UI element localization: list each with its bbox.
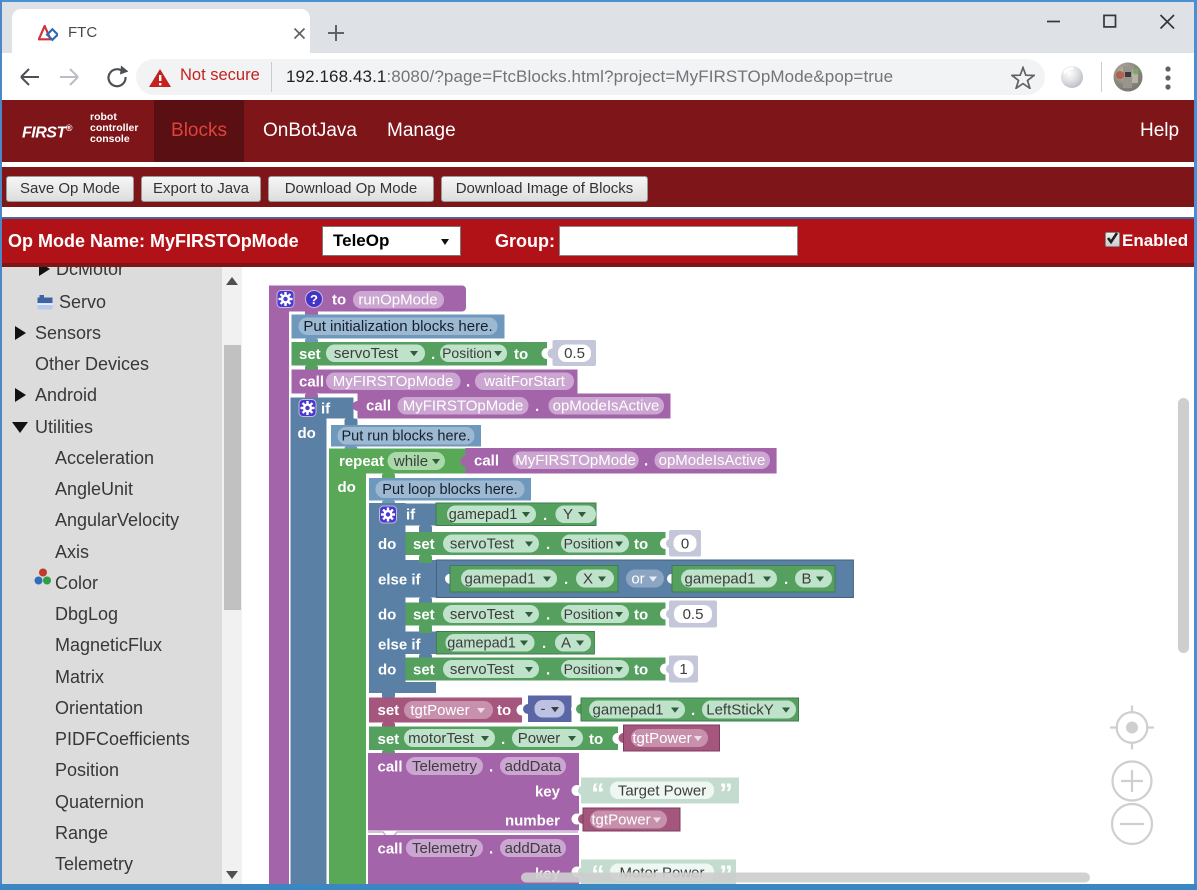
svg-text:.: . (784, 571, 788, 588)
svg-text:else if: else if (378, 572, 422, 589)
svg-text:0: 0 (681, 536, 689, 553)
svg-text:0.5: 0.5 (564, 345, 585, 362)
svg-text:Telemetry: Telemetry (412, 840, 478, 857)
svg-text:MyFIRSTOpMode: MyFIRSTOpMode (515, 452, 636, 469)
svg-text:.: . (542, 635, 546, 652)
svg-text:Y: Y (563, 506, 573, 523)
svg-text:LeftStickY: LeftStickY (706, 702, 774, 719)
svg-text:or: or (631, 571, 644, 588)
svg-text:gamepad1: gamepad1 (447, 636, 516, 652)
svg-text:while: while (393, 453, 428, 470)
svg-text:.: . (489, 759, 493, 776)
svg-text:.: . (431, 346, 435, 363)
svg-text:1: 1 (679, 661, 687, 678)
svg-text:Put initialization blocks here: Put initialization blocks here. (303, 318, 492, 335)
svg-text:Telemetry: Telemetry (412, 758, 478, 775)
svg-text:B: B (801, 571, 811, 588)
svg-text:else if: else if (378, 637, 422, 654)
svg-text:“: “ (591, 778, 605, 808)
svg-text:if: if (406, 507, 416, 524)
svg-text:if: if (321, 401, 331, 418)
svg-text:Put loop blocks here.: Put loop blocks here. (382, 482, 517, 498)
svg-text:gamepad1: gamepad1 (593, 702, 664, 719)
svg-text:-: - (541, 701, 546, 718)
svg-text:to: to (634, 536, 648, 553)
svg-text:do: do (298, 425, 316, 442)
svg-text:do: do (378, 662, 396, 679)
svg-text:call: call (299, 374, 324, 391)
svg-text:.: . (543, 507, 547, 524)
svg-text:.: . (501, 731, 505, 748)
svg-text:?: ? (310, 292, 318, 307)
svg-text:addData: addData (505, 840, 562, 857)
svg-text:opModeIsActive: opModeIsActive (553, 398, 660, 415)
svg-text:call: call (474, 453, 499, 470)
svg-text:tgtPower: tgtPower (591, 812, 650, 829)
svg-text:number: number (505, 813, 560, 830)
svg-text:to: to (332, 292, 346, 309)
svg-text:call: call (378, 759, 403, 776)
svg-text:”: ” (719, 778, 733, 808)
svg-text:.: . (535, 398, 539, 415)
svg-text:.: . (691, 702, 695, 719)
svg-text:set: set (299, 346, 321, 363)
svg-text:A: A (561, 635, 571, 652)
svg-text:servoTest: servoTest (450, 536, 515, 553)
svg-text:tgtPower: tgtPower (410, 702, 469, 719)
svg-text:.: . (489, 841, 493, 858)
svg-text:call: call (366, 398, 391, 415)
svg-text:gamepad1: gamepad1 (685, 571, 756, 588)
svg-text:set: set (378, 702, 400, 719)
svg-text:Position: Position (442, 345, 492, 361)
svg-text:MyFIRSTOpMode: MyFIRSTOpMode (333, 373, 454, 390)
svg-text:0.5: 0.5 (683, 606, 704, 623)
svg-text:do: do (338, 479, 356, 496)
svg-text:addData: addData (505, 758, 562, 775)
svg-text:runOpMode: runOpMode (358, 292, 437, 309)
svg-text:Position: Position (564, 536, 614, 552)
svg-text:tgtPower: tgtPower (632, 730, 691, 747)
svg-text:call: call (378, 841, 403, 858)
svg-text:.: . (644, 453, 648, 470)
svg-text:do: do (378, 607, 396, 624)
svg-text:Put run blocks here.: Put run blocks here. (342, 429, 471, 445)
svg-text:set: set (413, 536, 435, 553)
svg-text:servoTest: servoTest (334, 345, 399, 362)
svg-text:.: . (466, 374, 470, 391)
svg-text:gamepad1: gamepad1 (449, 507, 518, 523)
svg-text:to: to (497, 702, 511, 719)
svg-text:gamepad1: gamepad1 (465, 571, 536, 588)
svg-text:to: to (514, 346, 528, 363)
svg-text:MyFIRSTOpMode: MyFIRSTOpMode (403, 398, 524, 415)
svg-text:waitForStart: waitForStart (483, 373, 566, 390)
svg-text:.: . (546, 536, 550, 553)
svg-text:.: . (564, 571, 568, 588)
svg-text:set: set (378, 731, 400, 748)
svg-text:to: to (589, 731, 603, 748)
svg-text:repeat: repeat (339, 453, 384, 470)
svg-text:X: X (583, 571, 593, 588)
svg-text:Power: Power (518, 730, 561, 747)
svg-text:Target Power: Target Power (618, 783, 706, 800)
svg-text:key: key (535, 784, 561, 801)
svg-text:opModeIsActive: opModeIsActive (659, 452, 766, 469)
svg-text:do: do (378, 536, 396, 553)
svg-text:motorTest: motorTest (408, 730, 475, 747)
